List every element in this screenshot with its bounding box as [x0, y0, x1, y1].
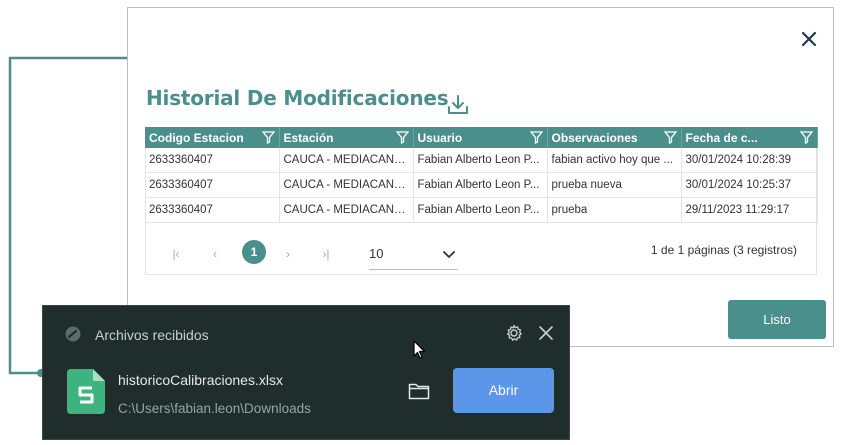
open-button[interactable]: Abrir: [453, 368, 554, 413]
cell-estacion: CAUCA - MEDIACANOA: [279, 148, 414, 173]
downloads-toast: Archivos recibidos historicoCalibracione…: [42, 305, 570, 440]
chevron-down-icon: [443, 251, 455, 259]
cell-observaciones: prueba nueva: [547, 172, 682, 198]
cell-fecha: 30/01/2024 10:28:39: [681, 148, 818, 173]
filter-icon[interactable]: [663, 131, 677, 144]
filter-icon[interactable]: [529, 131, 543, 144]
column-header-observaciones[interactable]: Observaciones: [547, 127, 682, 148]
download-icon[interactable]: [446, 88, 470, 116]
cell-codigo: 2633360407: [145, 172, 280, 198]
page-size-select[interactable]: 10: [369, 237, 458, 270]
pagination-bar: |‹ ‹ 1 › ›| 10 1 de 1 páginas (3 registr…: [145, 235, 817, 275]
cell-codigo: 2633360407: [145, 148, 280, 173]
cell-usuario: Fabian Alberto Leon P...: [413, 172, 548, 198]
pagination-info: 1 de 1 páginas (3 registros): [650, 243, 797, 257]
cell-usuario: Fabian Alberto Leon P...: [413, 197, 548, 223]
cell-usuario: Fabian Alberto Leon P...: [413, 148, 548, 173]
last-page-button[interactable]: ›|: [315, 243, 337, 265]
table-header-row: Codigo Estacion Estación Usuario Observa…: [145, 127, 818, 148]
table-row[interactable]: 2633360407 CAUCA - MEDIACANOA Fabian Alb…: [145, 148, 818, 173]
file-path: C:\Users\fabian.leon\Downloads: [118, 401, 311, 416]
table-row[interactable]: 2633360407 CAUCA - MEDIACANOA Fabian Alb…: [145, 197, 818, 223]
prev-page-button[interactable]: ‹: [204, 243, 226, 265]
cell-estacion: CAUCA - MEDIACANOA: [279, 197, 414, 223]
cell-codigo: 2633360407: [145, 197, 280, 223]
cell-observaciones: fabian activo hoy que ...: [547, 148, 682, 173]
close-icon[interactable]: [800, 30, 818, 48]
next-page-button[interactable]: ›: [277, 243, 299, 265]
mouse-cursor-icon: [413, 340, 426, 359]
column-header-estacion[interactable]: Estación: [279, 127, 414, 148]
cell-observaciones: prueba: [547, 197, 682, 223]
page-size-value: 10: [369, 246, 384, 261]
cell-fecha: 30/01/2024 10:25:37: [681, 172, 818, 198]
done-button[interactable]: Listo: [728, 300, 826, 339]
first-page-button[interactable]: |‹: [165, 243, 187, 265]
column-header-codigo[interactable]: Codigo Estacion: [145, 127, 280, 148]
filter-icon[interactable]: [799, 131, 813, 144]
page-number-button[interactable]: 1: [242, 240, 266, 264]
column-header-fecha[interactable]: Fecha de c...: [681, 127, 818, 148]
close-icon[interactable]: [538, 325, 554, 341]
column-header-usuario[interactable]: Usuario: [413, 127, 548, 148]
history-table: Codigo Estacion Estación Usuario Observa…: [145, 127, 818, 223]
file-name[interactable]: historicoCalibraciones.xlsx: [118, 372, 283, 388]
spreadsheet-file-icon: [67, 369, 105, 414]
filter-icon[interactable]: [395, 131, 409, 144]
toast-title: Archivos recibidos: [95, 327, 209, 343]
modal-title: Historial De Modificaciones: [146, 86, 449, 110]
cell-fecha: 29/11/2023 11:29:17: [681, 197, 818, 223]
table-row[interactable]: 2633360407 CAUCA - MEDIACANOA Fabian Alb…: [145, 172, 818, 198]
download-status-icon: [65, 326, 81, 342]
cell-estacion: CAUCA - MEDIACANOA: [279, 172, 414, 198]
gear-icon[interactable]: [505, 324, 523, 342]
folder-icon[interactable]: [408, 382, 430, 400]
filter-icon[interactable]: [261, 131, 275, 144]
